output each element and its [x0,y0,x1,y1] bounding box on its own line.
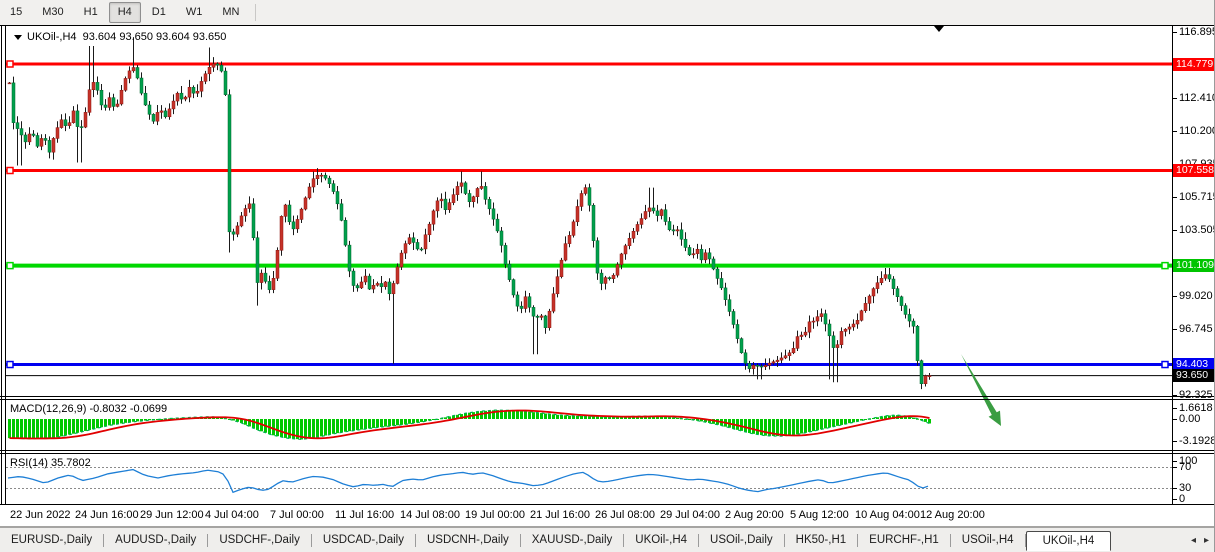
chart-symbol-label: UKOil-,H4 [27,31,77,43]
panel-divider[interactable] [0,399,1215,400]
rsi-indicator-label: RSI(14) 35.7802 [10,457,91,469]
chart-tab-audusd-daily[interactable]: AUDUSD-,Daily [104,531,207,549]
axis-tick [1172,197,1177,198]
chart-tab-eurchf-h1[interactable]: EURCHF-,H1 [858,531,950,549]
chart-ohlc-values: 93.604 93.650 93.604 93.650 [83,31,227,43]
axis-tick [1172,441,1177,442]
line-handle[interactable] [7,61,13,67]
tab-scroll-right-icon[interactable]: ▸ [1204,535,1209,546]
price-tick-label: 112.410 [1179,92,1215,104]
chart-tab-ukoil-h4[interactable]: UKOil-,H4 [1026,531,1112,551]
line-handle[interactable] [7,362,13,368]
axis-tick [1172,32,1177,33]
window-left-border [1,25,2,505]
price-tick-label: 96.745 [1179,323,1213,335]
chart-top-border [0,25,1215,26]
time-tick-label: 10 Aug 04:00 [855,509,920,521]
chart-plot-area[interactable] [0,0,1215,552]
time-tick-label: 21 Jul 16:00 [530,509,590,521]
time-tick-label: 14 Jul 08:00 [400,509,460,521]
price-tick-label: 99.020 [1179,290,1213,302]
macd-indicator-label: MACD(12,26,9) -0.8032 -0.0699 [10,403,167,415]
time-tick-label: 22 Jun 2022 [10,509,71,521]
price-tick-label: 92.325 [1179,389,1213,401]
price-level-badge: 107.558 [1173,164,1215,177]
chevron-down-icon[interactable] [14,35,22,40]
panel-divider[interactable] [0,453,1215,454]
time-axis[interactable]: 22 Jun 2022 24 Jun 16:0029 Jun 12:004 Jul… [0,505,1215,526]
line-handle[interactable] [1162,362,1168,368]
chart-tab-xauusd-daily[interactable]: XAUUSD-,Daily [521,531,624,549]
main-panel-bottom-border [0,396,1215,397]
tab-scroll-left-icon[interactable]: ◂ [1191,535,1196,546]
price-tick-label: 110.200 [1179,125,1215,137]
tab-scroll-nav: ◂▸ [1191,535,1209,546]
time-tick-label: 12 Aug 20:00 [920,509,985,521]
axis-tick [1172,131,1177,132]
macd-tick-label: -3.1928 [1179,435,1215,447]
axis-tick [1172,296,1177,297]
axis-tick [1172,467,1177,468]
axis-tick [1172,499,1177,500]
macd-panel-bottom-border [0,450,1215,451]
time-tick-label: 4 Jul 04:00 [205,509,259,521]
chart-tab-usdcnh-daily[interactable]: USDCNH-,Daily [416,531,520,549]
line-handle[interactable] [7,263,13,269]
chart-tab-usdcad-daily[interactable]: USDCAD-,Daily [312,531,415,549]
chart-tab-usdchf-daily[interactable]: USDCHF-,Daily [208,531,311,549]
chart-tab-usoil-h4[interactable]: USOil-,H4 [951,531,1025,549]
price-level-badge: 114.779 [1173,58,1215,71]
time-tick-label: 26 Jul 08:00 [595,509,655,521]
macd-tick-label: 0.00 [1179,413,1200,425]
axis-tick [1172,329,1177,330]
price-tick-label: 116.895 [1179,26,1215,38]
rsi-tick-label: 0 [1179,493,1185,505]
price-tick-label: 103.505 [1179,224,1215,236]
time-tick-label: 2 Aug 20:00 [725,509,784,521]
rsi-tick-label: 70 [1179,461,1191,473]
time-tick-label: 19 Jul 00:00 [465,509,525,521]
axis-tick [1172,461,1177,462]
chart-title: UKOil-,H4 93.604 93.650 93.604 93.650 [14,31,226,43]
axis-tick [1172,488,1177,489]
time-tick-label: 24 Jun 16:00 [75,509,139,521]
candles-layer[interactable] [8,37,931,389]
chart-tab-bar: EURUSD-,DailyAUDUSD-,DailyUSDCHF-,DailyU… [0,527,1215,552]
time-tick-label: 11 Jul 16:00 [335,509,394,521]
time-tick-label: 5 Aug 12:00 [790,509,849,521]
chart-tab-hk50-h1[interactable]: HK50-,H1 [785,531,858,549]
chart-shift-marker[interactable] [934,26,944,32]
chart-left-border [5,25,6,505]
axis-tick [1172,419,1177,420]
axis-tick [1172,395,1177,396]
time-tick-label: 29 Jun 12:00 [140,509,204,521]
time-tick-label: 29 Jul 04:00 [660,509,720,521]
chart-tab-eurusd-daily[interactable]: EURUSD-,Daily [0,531,103,549]
price-level-badge: 101.109 [1173,259,1215,272]
trading-terminal-window: 15M30H1H4D1W1MN UKOil-,H4 93.604 93.650 … [0,0,1215,552]
line-handle[interactable] [1162,263,1168,269]
price-tick-label: 105.715 [1179,191,1215,203]
chart-tab-usoil-daily[interactable]: USOil-,Daily [699,531,784,549]
line-handle[interactable] [7,168,13,174]
axis-tick [1172,98,1177,99]
chart-tab-ukoil-h4[interactable]: UKOil-,H4 [624,531,698,549]
axis-tick [1172,230,1177,231]
time-tick-label: 7 Jul 00:00 [270,509,324,521]
current-price-badge: 93.650 [1173,369,1215,382]
axis-tick [1172,408,1177,409]
